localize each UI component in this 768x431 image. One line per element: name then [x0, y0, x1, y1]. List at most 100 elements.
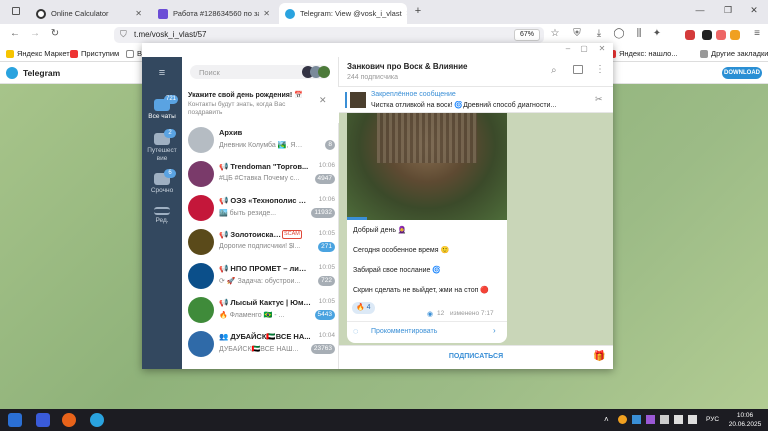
folder-icon	[700, 49, 708, 58]
bookmark-pristupim[interactable]: Приступим	[70, 49, 119, 58]
sidebar-toggle-icon[interactable]	[573, 65, 583, 74]
close-icon[interactable]: ✕	[594, 44, 610, 53]
window-titlebar: – ▢ ✕	[142, 43, 613, 57]
clock-date: 20.06.2025	[728, 421, 762, 428]
extension-dark-icon[interactable]	[702, 30, 712, 40]
tray-icon[interactable]	[660, 415, 669, 424]
extension-icon[interactable]: ✦	[650, 28, 664, 39]
chat-row[interactable]: 📢 Золотоискатель 10:05 Дорогие подписчики!…	[182, 225, 339, 259]
unread-badge: 8	[325, 140, 335, 150]
views-count: 12	[437, 310, 445, 317]
bookmark-yandex-market[interactable]: Яндекс Маркет	[6, 49, 70, 58]
chat-time: 10:05	[318, 298, 335, 305]
account-icon[interactable]: ◯	[612, 28, 626, 39]
minimize-icon[interactable]: —	[690, 5, 710, 15]
maximize-icon[interactable]: ▢	[576, 44, 592, 53]
message-image[interactable]	[347, 113, 507, 220]
forward-icon[interactable]: →	[28, 28, 42, 39]
comment-button[interactable]: ◌ Прокомментировать ›	[347, 322, 507, 342]
address-bar[interactable]: ⛉ t.me/vosk_i_vlast/57 67%	[114, 27, 544, 43]
chat-avatar	[188, 263, 214, 289]
bookmark-other[interactable]: Другие закладки	[700, 49, 768, 58]
chat-preview: ⟳ 🚀 Задача: обустрои...	[219, 278, 301, 285]
menu-icon[interactable]: ≡	[750, 28, 764, 39]
folder-all-chats[interactable]: 721 Все чаты	[142, 95, 182, 120]
tab-telegram[interactable]: Telegram: View @vosk_i_vlast ✕	[279, 3, 407, 24]
chat-avatar	[188, 161, 214, 187]
site-logo-icon	[158, 8, 168, 19]
app-icon[interactable]	[36, 413, 50, 427]
close-icon[interactable]: ✕	[319, 95, 327, 106]
chat-time: 10:04	[318, 332, 335, 339]
chat-row[interactable]: 👥 ДУБАЙСК🇦🇪ВСЕ НА... 10:04 ДУБАЙСК🇦🇪ВСЕ НА…	[182, 327, 339, 361]
adblock-icon[interactable]	[685, 30, 695, 40]
folder-badge: 2	[164, 129, 176, 138]
zoom-level[interactable]: 67%	[513, 29, 540, 41]
url-text[interactable]: t.me/vosk_i_vlast/57	[134, 30, 206, 39]
chat-row[interactable]: 📢 ОЭЗ «Технополис М... 10:06 🏙️ быть резид…	[182, 191, 339, 225]
channel-name: Занкович про Воск & Влияние	[347, 62, 468, 71]
input-language[interactable]: РУС	[706, 416, 719, 423]
minimize-icon[interactable]: –	[560, 44, 576, 53]
volume-icon[interactable]	[688, 415, 697, 424]
unread-badge: 722	[318, 276, 335, 286]
close-icon[interactable]: ✕	[259, 9, 270, 18]
clock[interactable]: 10:06 20.06.2025	[725, 411, 765, 429]
tray-icon[interactable]	[618, 415, 627, 424]
folder-travel[interactable]: 2 Путешест вие	[142, 129, 182, 163]
search-icon[interactable]: ⌕	[551, 65, 557, 76]
gift-icon[interactable]: 🎁	[593, 351, 605, 362]
taskbar: ˄ РУС 10:06 20.06.2025	[0, 409, 768, 431]
close-icon[interactable]: ✕	[402, 9, 407, 18]
tab-online-calculator[interactable]: Online Calculator ✕	[30, 3, 148, 24]
tab-list-icon[interactable]	[12, 7, 20, 15]
search-input[interactable]: Поиск	[190, 65, 330, 79]
reload-icon[interactable]: ↻	[48, 28, 62, 39]
bookmark-star-icon[interactable]: ☆	[548, 28, 562, 39]
tab-rabota[interactable]: Работа #128634560 по заказу ✕	[152, 3, 276, 24]
chat-header[interactable]: Занкович про Воск & Влияние 244 подписчи…	[339, 57, 613, 87]
close-window-icon[interactable]: ✕	[744, 5, 764, 16]
views-icon: ◉	[427, 311, 434, 318]
story-avatar[interactable]	[318, 66, 330, 78]
reaction-chip[interactable]: 🔥 4	[352, 302, 375, 314]
chat-row[interactable]: 📢 Trendoman "Торгов... 10:06 #ЦБ #Ставка П…	[182, 157, 339, 191]
telegram-icon[interactable]	[90, 413, 104, 427]
library-icon[interactable]: ⫼	[632, 28, 646, 39]
back-icon[interactable]: ←	[8, 28, 22, 39]
birthday-banner[interactable]: Укажите свой день рождения! 📅 Контакты б…	[182, 87, 339, 123]
folder-edit[interactable]: Ред.	[142, 207, 182, 224]
pocket-icon[interactable]: ⛨	[570, 28, 584, 39]
tray-icon[interactable]	[646, 415, 655, 424]
tray-icon[interactable]	[632, 415, 641, 424]
bookmark-yandex-search[interactable]: Яндекс: нашло...	[608, 49, 678, 58]
start-icon[interactable]	[8, 413, 22, 427]
chat-row[interactable]: Архив Дневник Колумба 🏞️, Ян... 8	[182, 123, 339, 157]
download-icon[interactable]: ⤓	[592, 28, 606, 39]
folder-urgent[interactable]: 6 Срочно	[142, 169, 182, 194]
network-icon[interactable]	[674, 415, 683, 424]
chat-row[interactable]: 📢 Лысый Кактус | Юмор 10:05 🔥 Фламенго 🇧🇷 …	[182, 293, 339, 327]
more-icon[interactable]: ⋮	[595, 64, 605, 75]
message-area: Добрый день 🧕 Сегодня особенное время 🙂 …	[339, 113, 613, 345]
tab-title: Работа #128634560 по заказу	[173, 9, 259, 18]
pinned-message-bar[interactable]: Закреплённое сообщение Чистка отливкой н…	[339, 87, 613, 113]
firefox-icon[interactable]	[62, 413, 76, 427]
vpn-icon[interactable]	[730, 30, 740, 40]
extension-red-icon[interactable]	[716, 30, 726, 40]
subscribe-button[interactable]: ПОДПИСАТЬСЯ	[339, 353, 613, 360]
chat-time: 10:05	[318, 264, 335, 271]
hamburger-menu-icon[interactable]: ≡	[142, 67, 182, 79]
chat-name: 📢 НПО ПРОМЕТ – лиде...	[219, 264, 311, 273]
restore-icon[interactable]: ❐	[718, 5, 738, 16]
download-button[interactable]: DOWNLOAD	[722, 67, 762, 79]
subscribe-bar: ПОДПИСАТЬСЯ 🎁	[339, 345, 613, 369]
chat-row[interactable]: 📢 НПО ПРОМЕТ – лиде... 10:05 ⟳ 🚀 Задача: о…	[182, 259, 339, 293]
chevron-up-icon[interactable]: ˄	[604, 415, 609, 424]
unpin-icon[interactable]: ✂	[595, 94, 603, 105]
close-icon[interactable]: ✕	[131, 9, 142, 18]
tab-title: Telegram: View @vosk_i_vlast	[300, 9, 402, 18]
chat-panel: Занкович про Воск & Влияние 244 подписчи…	[339, 57, 613, 369]
shield-icon[interactable]: ⛉	[120, 29, 127, 40]
new-tab-button[interactable]: +	[408, 5, 428, 17]
